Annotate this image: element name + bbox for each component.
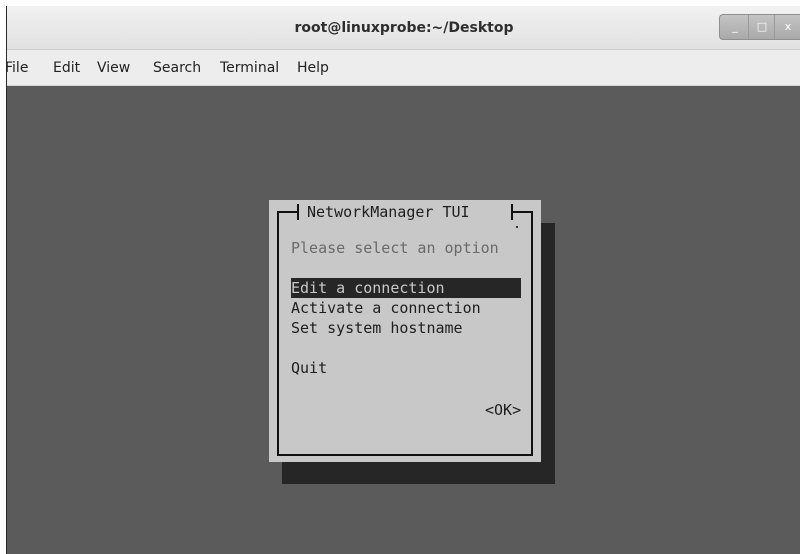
option-quit[interactable]: Quit [291,358,327,378]
dialog-title: NetworkManager TUI [301,201,476,223]
terminal-area[interactable]: NetworkManager TUI Please select an opti… [7,86,800,554]
window-controls: _ □ x [719,14,800,40]
option-edit-connection[interactable]: Edit a connection [291,278,521,298]
menu-search[interactable]: Search [153,50,201,86]
dialog-frame-top-right [513,211,533,213]
ok-button[interactable]: <OK> [485,400,521,420]
menu-terminal[interactable]: Terminal [220,50,279,86]
maximize-button[interactable]: □ [748,15,775,39]
option-activate-connection[interactable]: Activate a connection [291,298,481,318]
dialog-frame-top-left [277,211,297,213]
stray-dot [516,226,518,228]
title-bar[interactable]: root@linuxprobe:~/Desktop _ □ x [7,6,800,50]
window-title: root@linuxprobe:~/Desktop [294,20,514,36]
nmtui-dialog: NetworkManager TUI Please select an opti… [269,200,541,462]
menu-file[interactable]: File [5,50,28,86]
title-bracket-left [297,204,299,220]
menu-help[interactable]: Help [297,50,329,86]
terminal-window: root@linuxprobe:~/Desktop _ □ x File Edi… [5,6,800,554]
close-button[interactable]: x [774,15,800,39]
menu-edit[interactable]: Edit [53,50,80,86]
menu-view[interactable]: View [97,50,130,86]
menu-bar: File Edit View Search Terminal Help [5,50,800,86]
dialog-prompt: Please select an option [291,239,499,257]
minimize-button[interactable]: _ [722,15,748,39]
option-set-hostname[interactable]: Set system hostname [291,318,463,338]
title-bracket-right [511,204,513,220]
